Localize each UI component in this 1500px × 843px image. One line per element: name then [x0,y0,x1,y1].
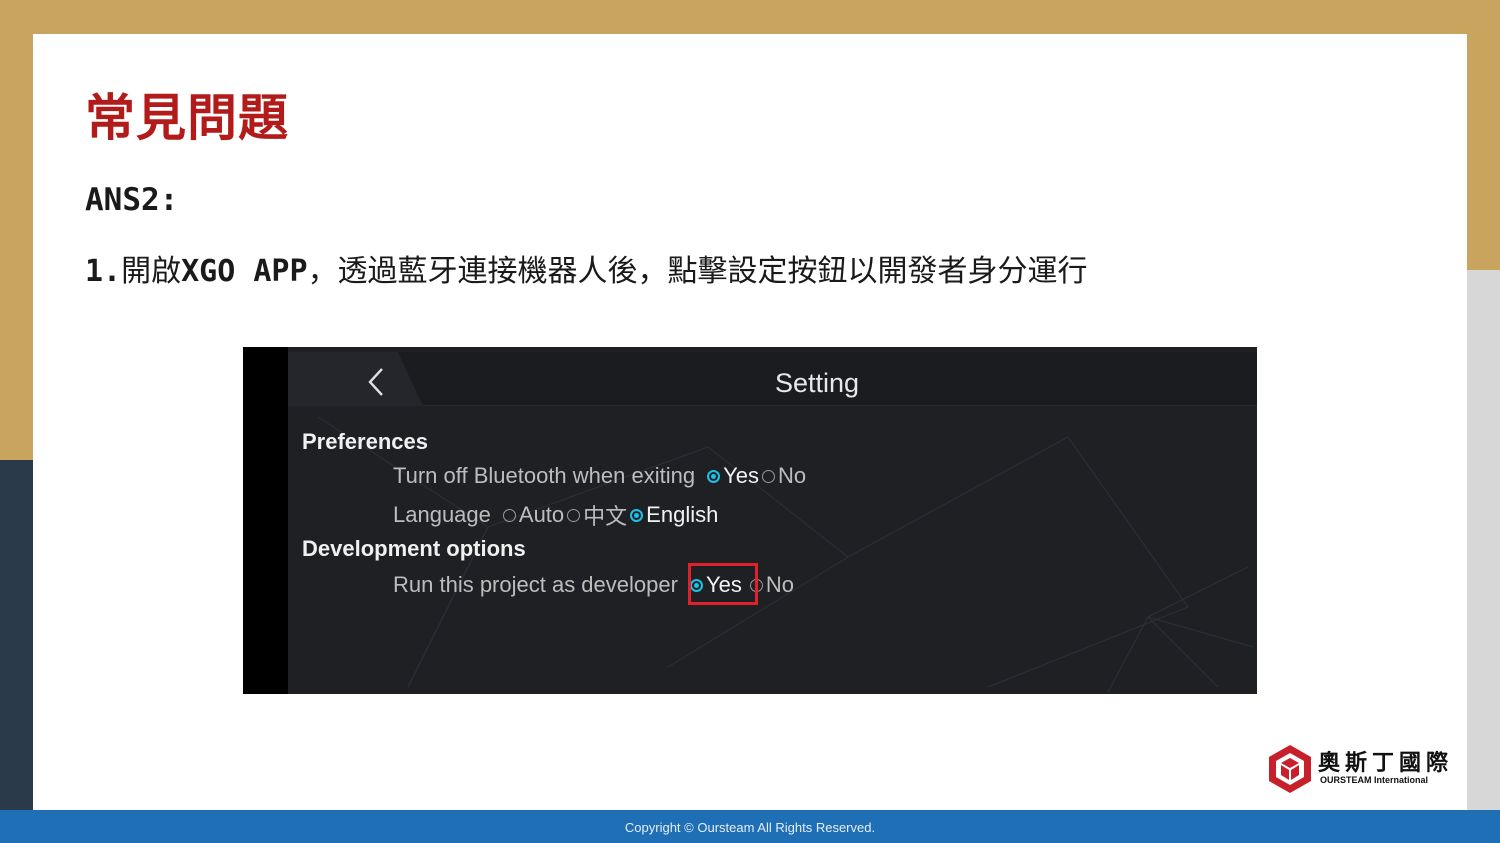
bluetooth-yes-radio[interactable]: Yes [707,463,759,489]
answer-label: ANS2: [85,182,179,218]
settings-header-bar: Setting [288,352,1257,406]
logo-name-english: OURSTEAM International [1320,775,1429,785]
radio-selected-icon [630,508,644,522]
language-auto-radio[interactable]: Auto [502,502,565,528]
language-chinese-radio[interactable]: 中文 [567,499,627,531]
header-tab-shape [288,352,1257,406]
language-chinese-label: 中文 [583,504,628,529]
step-text-post: ，透過藍牙連接機器人後，點擊設定按鈕以開發者身分運行 [307,254,1088,289]
bluetooth-setting-row: Turn off Bluetooth when exiting Yes No [393,463,806,489]
logo-name-chinese: 奧斯丁國際 [1318,751,1454,776]
footer-bar: Copyright © Oursteam All Rights Reserved… [0,810,1500,843]
slide-content: 常見問題 ANS2: 1.開啟XGO APP，透過藍牙連接機器人後，點擊設定按鈕… [33,34,1467,810]
section-development-options: Development options [302,536,526,561]
language-auto-label: Auto [518,502,565,527]
highlight-box [688,563,758,605]
section-preferences: Preferences [302,429,428,454]
step-text-pre: 開啟 [121,254,182,289]
language-setting-label: Language [393,502,491,527]
language-english-radio[interactable]: English [630,502,718,528]
slide-title: 常見問題 [85,89,289,147]
cube-logo-icon [1269,745,1311,793]
chevron-left-icon[interactable] [366,366,386,398]
language-english-label: English [646,502,719,527]
radio-unselected-icon [502,508,516,522]
company-logo: 奧斯丁國際 OURSTEAM International [1268,742,1468,798]
radio-unselected-icon [761,469,775,483]
step-app-name: XGO APP [181,254,308,289]
app-settings-screenshot: Setting Preferences Turn off Bluetooth w… [243,347,1257,694]
footer-copyright: Copyright © Oursteam All Rights Reserved… [624,820,876,835]
developer-setting-label: Run this project as developer [393,572,678,597]
bluetooth-yes-label: Yes [723,463,759,488]
radio-selected-icon [707,469,721,483]
bluetooth-setting-label: Turn off Bluetooth when exiting [393,463,696,488]
step-instruction: 1.開啟XGO APP，透過藍牙連接機器人後，點擊設定按鈕以開發者身分運行 [85,246,1088,290]
developer-no-label: No [765,572,794,597]
settings-title: Setting [775,368,860,398]
screenshot-left-bar [243,347,288,694]
language-setting-row: Language Auto 中文 English [393,499,718,531]
radio-unselected-icon [567,508,581,522]
bluetooth-no-radio[interactable]: No [761,463,807,489]
step-number: 1. [85,254,122,289]
bluetooth-no-label: No [777,463,807,488]
